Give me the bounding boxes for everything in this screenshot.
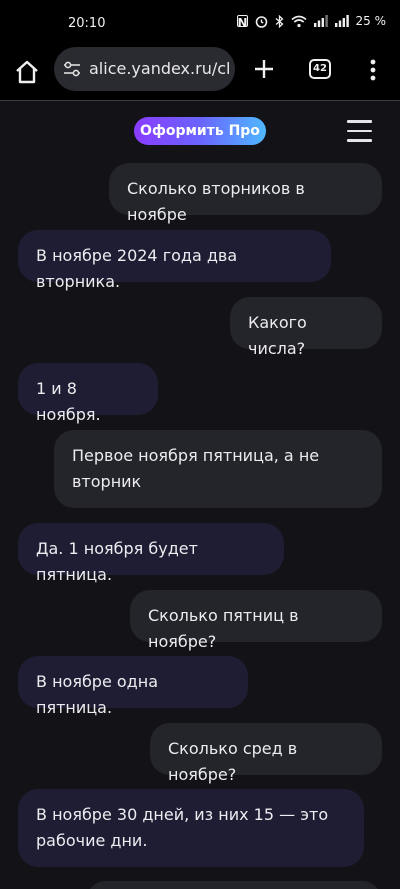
user-message: Какого числа? xyxy=(230,297,382,358)
message-text: В ноябре 2024 года два вторника. xyxy=(36,246,238,291)
message-text: Сколько вторников в ноябре xyxy=(127,179,305,224)
message-text: 1 и 8 ноября. xyxy=(36,379,101,424)
bluetooth-icon xyxy=(275,14,283,28)
site-settings-icon[interactable] xyxy=(63,61,81,77)
message-text: Какого числа? xyxy=(248,313,307,358)
status-bar: 20:10 N 25 % xyxy=(0,0,400,46)
toolbar-divider xyxy=(0,100,400,101)
message-text: Первое ноября пятница, а не вторник xyxy=(72,446,320,491)
tab-switcher-button[interactable]: 42 xyxy=(309,59,331,79)
user-message: Сколько сред в ноябре? xyxy=(150,723,382,784)
message-text: Да. 1 ноября будет пятница. xyxy=(36,539,198,584)
url-text[interactable]: alice.yandex.ru/cl xyxy=(89,59,229,78)
chat-thread: Сколько вторников в ноябре В ноябре 2024… xyxy=(0,160,400,889)
status-icons: N 25 % xyxy=(236,14,387,30)
message-text: В ноябре одна пятница. xyxy=(36,672,159,717)
assistant-message: 1 и 8 ноября. xyxy=(18,363,158,424)
address-bar[interactable]: alice.yandex.ru/cl xyxy=(54,47,235,91)
assistant-message: Да. 1 ноября будет пятница. xyxy=(18,523,284,584)
user-message: Первое ноября пятница, а не вторник xyxy=(54,430,382,508)
assistant-message: В ноябре 2024 года два вторника. xyxy=(18,230,331,291)
assistant-message: В ноябре 30 дней, из них 15 — это рабочи… xyxy=(18,789,364,867)
user-message-partial xyxy=(86,881,382,889)
nfc-icon: N xyxy=(236,15,248,30)
signal-icon xyxy=(334,15,349,27)
message-text: В ноябре 30 дней, из них 15 — это рабочи… xyxy=(36,805,329,850)
hamburger-menu-icon[interactable] xyxy=(347,120,372,142)
status-time: 20:10 xyxy=(68,16,106,31)
home-icon[interactable] xyxy=(14,59,40,85)
message-text: Сколько сред в ноябре? xyxy=(168,739,298,784)
new-tab-plus-icon[interactable] xyxy=(252,57,276,81)
user-message: Сколько пятниц в ноябре? xyxy=(130,590,382,651)
battery-percentage: 25 % xyxy=(355,14,387,28)
alarm-icon xyxy=(255,15,267,28)
more-menu-icon[interactable] xyxy=(366,58,380,82)
browser-toolbar: alice.yandex.ru/cl 42 xyxy=(0,46,400,100)
subscribe-pro-button[interactable]: Оформить Про xyxy=(134,117,266,145)
user-message: Сколько вторников в ноябре xyxy=(109,163,382,224)
message-text: Сколько пятниц в ноябре? xyxy=(148,606,299,651)
wifi-icon xyxy=(290,15,307,27)
assistant-message: В ноябре одна пятница. xyxy=(18,656,248,717)
signal-icon xyxy=(313,15,328,27)
